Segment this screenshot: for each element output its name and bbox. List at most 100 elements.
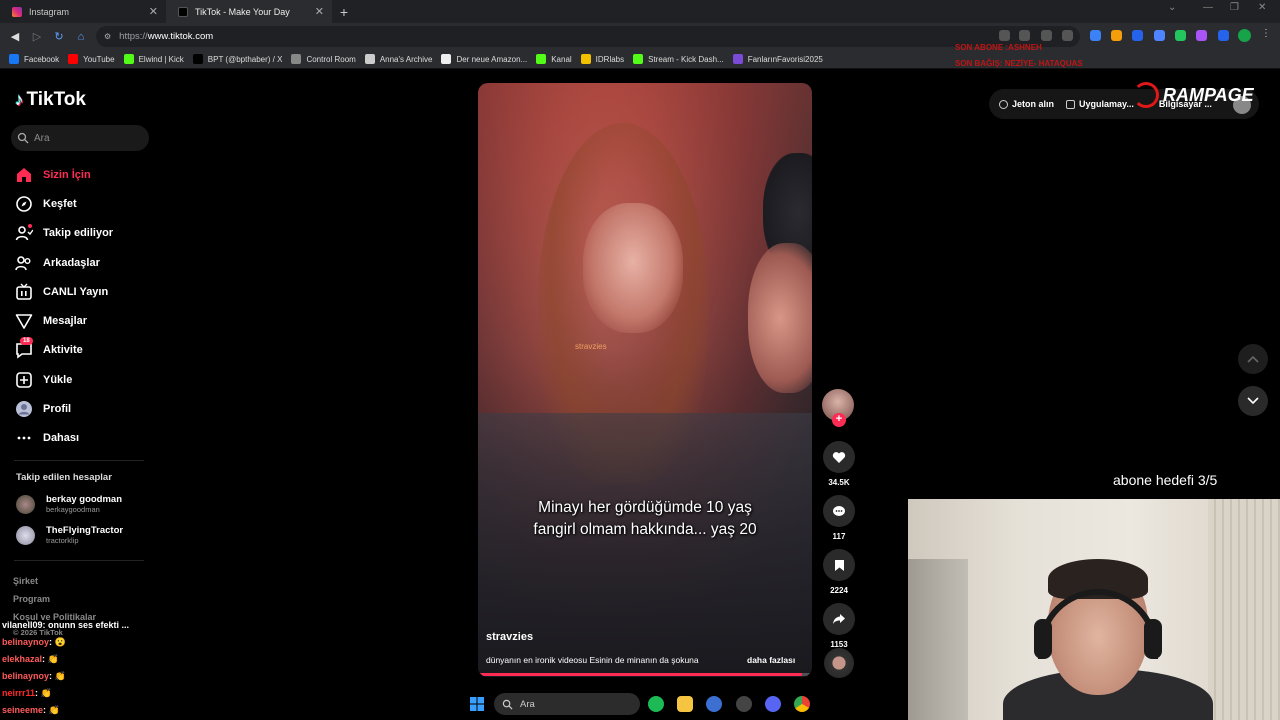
extension-icon[interactable]: [1090, 30, 1101, 41]
app-icon[interactable]: [736, 696, 752, 712]
sidebar-item-label: Profil: [43, 403, 72, 416]
puzzle-icon[interactable]: [1154, 30, 1165, 41]
video-player[interactable]: stravzies Minayı her gördüğümde 10 yaş f…: [478, 83, 812, 677]
video-frame: [748, 243, 812, 393]
following-account[interactable]: berkay goodman berkaygoodman: [16, 494, 122, 514]
sidebar-item-home[interactable]: Sizin İçin: [15, 160, 165, 189]
messages-icon: [15, 312, 33, 330]
bookmark-item[interactable]: Control Room: [291, 54, 356, 64]
sidebar-item-profile[interactable]: Profil: [15, 394, 165, 423]
bookmark-item[interactable]: IDRlabs: [580, 54, 625, 64]
footer-link[interactable]: Şirket: [13, 576, 38, 586]
screen: Instagram ✕ TikTok - Make Your Day ✕ + ⌄…: [0, 0, 1280, 720]
close-tab-icon[interactable]: ✕: [149, 5, 158, 18]
notification-badge: 18: [20, 337, 33, 346]
video-caption: Minayı her gördüğümde 10 yaş fangirl olm…: [533, 499, 757, 538]
menu-icon[interactable]: ⋮: [1261, 28, 1272, 39]
home-icon[interactable]: ⌂: [70, 31, 92, 43]
sidebar-item-more[interactable]: Dahası: [15, 424, 165, 453]
site-info-icon[interactable]: ⚙: [104, 32, 111, 41]
more-button[interactable]: daha fazlası: [747, 655, 795, 665]
sidebar-item-live[interactable]: CANLI Yayın: [15, 277, 165, 306]
sidebar-item-messages[interactable]: Mesajlar: [15, 306, 165, 335]
share-button[interactable]: 1153: [822, 603, 856, 649]
stream-alert-text: SON ABONE :ASHNEH SON BAĞIŞ: NEZİYE- HAT…: [955, 40, 1083, 72]
address-bar: ◀ ▷ ↻ ⌂ ⚙ https:// www.tiktok.com ⋮: [0, 23, 1280, 50]
sidebar-item-friends[interactable]: Arkadaşlar: [15, 248, 165, 277]
bookmark-item[interactable]: Elwind | Kick: [123, 54, 184, 64]
close-window-icon[interactable]: ✕: [1258, 2, 1266, 13]
tab-instagram[interactable]: Instagram ✕: [0, 0, 166, 23]
sidebar-item-label: CANLI Yayın: [43, 285, 109, 298]
bookmark-item[interactable]: YouTube: [68, 54, 115, 64]
bookmark-label: IDRlabs: [595, 54, 625, 64]
back-icon[interactable]: ◀: [4, 30, 26, 43]
footer-link[interactable]: Program: [13, 594, 50, 604]
sidebar-item-label: Arkadaşlar: [43, 256, 100, 269]
spotify-icon[interactable]: [648, 696, 664, 712]
save-button[interactable]: 2224: [822, 549, 856, 595]
extension-icon[interactable]: [1196, 30, 1207, 41]
chevron-down-icon[interactable]: ⌄: [1168, 2, 1176, 13]
extension-icon[interactable]: [1175, 30, 1186, 41]
profile-avatar-icon[interactable]: [1238, 29, 1251, 42]
bookmarks-bar: Facebook YouTube Elwind | Kick BPT (@bpthab…: [0, 50, 1280, 69]
subscriber-goal: abone hedefi 3/5: [1113, 472, 1218, 488]
following-account[interactable]: TheFlyingTractor tractorklip: [16, 525, 123, 545]
sidebar-icon[interactable]: [1218, 30, 1229, 41]
new-tab-button[interactable]: +: [332, 4, 356, 20]
sidebar-item-activity[interactable]: 18 Aktivite: [15, 336, 165, 365]
video-watermark: stravzies: [575, 342, 607, 351]
taskbar-search[interactable]: Ara: [494, 693, 640, 715]
url-input[interactable]: ⚙ https:// www.tiktok.com: [96, 26, 1080, 47]
like-button[interactable]: 34.5K: [822, 441, 856, 487]
get-app-button[interactable]: Uygulamay...: [1066, 99, 1134, 109]
following-title: Takip edilen hesaplar: [16, 472, 112, 483]
bookmark-item[interactable]: Stream - Kick Dash...: [633, 54, 724, 64]
bookmark-item[interactable]: Kanal: [536, 54, 572, 64]
get-coins-label: Jeton alın: [1012, 99, 1055, 109]
chat-username: belinaynoy: [2, 671, 50, 681]
video-author[interactable]: stravzies: [486, 631, 533, 643]
music-disc-icon[interactable]: [824, 648, 854, 678]
chrome-icon[interactable]: [794, 696, 810, 712]
sidebar-item-label: Dahası: [43, 432, 80, 445]
comment-count: 117: [832, 532, 846, 541]
close-tab-icon[interactable]: ✕: [315, 5, 324, 18]
bookmark-favicon-icon: [580, 54, 591, 64]
previous-video-button[interactable]: [1238, 344, 1268, 374]
follow-plus-icon[interactable]: +: [832, 413, 846, 427]
sidebar-item-following[interactable]: Takip ediliyor: [15, 219, 165, 248]
bookmark-favicon-icon: [364, 54, 375, 64]
bookmark-label: BPT (@bpthaber) / X: [207, 54, 283, 64]
next-video-button[interactable]: [1238, 386, 1268, 416]
comment-button[interactable]: 117: [822, 495, 856, 541]
tab-tiktok[interactable]: TikTok - Make Your Day ✕: [166, 0, 332, 23]
bookmark-item[interactable]: Anna's Archive: [364, 54, 432, 64]
video-progress-bar[interactable]: [478, 673, 812, 676]
bookmark-item[interactable]: Facebook: [9, 54, 59, 64]
search-icon: [17, 132, 29, 144]
minimize-icon[interactable]: —: [1203, 2, 1213, 13]
bookmark-item[interactable]: Der neue Amazon...: [441, 54, 527, 64]
webcam-background: [1208, 499, 1280, 720]
search-input[interactable]: Ara: [11, 125, 149, 151]
forward-icon[interactable]: ▷: [26, 30, 48, 43]
extension-icon[interactable]: [1132, 30, 1143, 41]
sidebar-item-upload[interactable]: Yükle: [15, 365, 165, 394]
file-explorer-icon[interactable]: [677, 696, 693, 712]
comment-icon: [833, 505, 845, 516]
creator-avatar[interactable]: +: [822, 389, 854, 427]
tiktok-logo[interactable]: ♪ TikTok: [15, 89, 86, 111]
sidebar-item-label: Mesajlar: [43, 315, 88, 328]
sidebar-item-compass[interactable]: Keşfet: [15, 189, 165, 218]
discord-icon[interactable]: [765, 696, 781, 712]
restore-icon[interactable]: ❐: [1230, 2, 1239, 13]
reload-icon[interactable]: ↻: [48, 30, 70, 43]
browser-icon[interactable]: [706, 696, 722, 712]
bookmark-item[interactable]: BPT (@bpthaber) / X: [192, 54, 283, 64]
windows-start-icon[interactable]: [469, 696, 485, 712]
extension-icon[interactable]: [1111, 30, 1122, 41]
bookmark-item[interactable]: FanlarınFavorisi2025: [732, 54, 823, 64]
get-coins-button[interactable]: Jeton alın: [999, 99, 1054, 109]
